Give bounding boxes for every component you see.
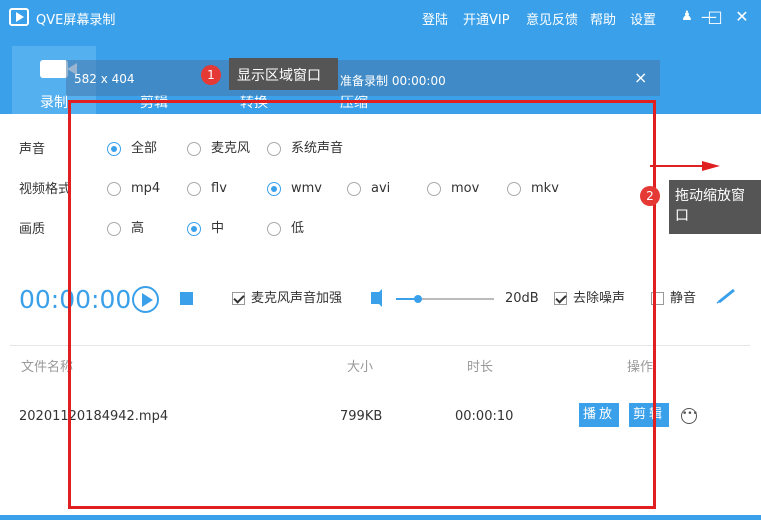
audio-label: 声音 [19, 142, 46, 157]
denoise-checkbox[interactable]: 去除噪声 [554, 291, 629, 307]
app-title: QVE屏幕录制 [36, 13, 116, 28]
row-file-size: 799KB [340, 409, 383, 424]
drag-arrow-icon [650, 161, 720, 171]
record-status: 准备录制 00:00:00 [340, 74, 446, 88]
quality-label: 画质 [19, 222, 46, 237]
play-file-button[interactable]: 播放 [579, 403, 619, 427]
mic-boost-checkbox[interactable]: 麦克风声音加强 [232, 291, 342, 307]
capture-overlay-bar[interactable]: 582 x 404 准备录制 00:00:00 × [66, 60, 660, 96]
audio-option-all[interactable]: 全部 [107, 141, 167, 157]
bottom-status-strip [0, 515, 761, 520]
skin-icon[interactable]: ♟ [676, 6, 698, 28]
overlay-close-icon[interactable]: × [634, 68, 647, 87]
camera-icon [40, 60, 77, 78]
settings-link[interactable]: 设置 [630, 9, 656, 28]
row-file-duration: 00:00:10 [455, 409, 514, 424]
quality-option-low[interactable]: 低 [267, 221, 317, 237]
format-option-mov[interactable]: mov [427, 181, 487, 197]
format-option-mp4[interactable]: mp4 [107, 181, 167, 197]
header-duration: 时长 [467, 360, 494, 375]
app-logo-icon [9, 8, 29, 26]
format-label: 视频格式 [19, 182, 72, 197]
maximize-button[interactable]: □ [704, 6, 726, 28]
mute-checkbox[interactable]: 静音 [651, 291, 701, 307]
audio-option-system[interactable]: 系统声音 [267, 141, 357, 157]
header-actions: 操作 [627, 360, 654, 375]
record-timer: 00:00:00 [19, 285, 132, 314]
title-bar: QVE屏幕录制 登陆 开通VIP 意见反馈 帮助 设置 ♟ — □ ✕ [0, 0, 761, 36]
header-file-name: 文件名称 [21, 360, 74, 375]
speaker-icon[interactable] [371, 289, 382, 307]
volume-knob[interactable] [413, 295, 422, 303]
volume-db-readout: 20dB [505, 291, 539, 306]
quality-option-medium[interactable]: 中 [187, 221, 237, 237]
callout-drag-resize: 拖动缩放窗口 [669, 180, 761, 234]
pen-icon[interactable] [716, 288, 738, 304]
edit-file-button[interactable]: 剪辑 [629, 403, 669, 427]
more-options-icon[interactable]: ••• [681, 408, 698, 424]
help-link[interactable]: 帮助 [590, 9, 616, 28]
callout-number-1: 1 [201, 65, 221, 85]
region-size-readout: 582 x 404 [74, 72, 135, 86]
audio-option-mic[interactable]: 麦克风 [187, 141, 257, 157]
play-record-button[interactable] [132, 286, 159, 313]
callout-display-region: 显示区域窗口 [229, 58, 338, 90]
format-option-avi[interactable]: avi [347, 181, 407, 197]
format-option-mkv[interactable]: mkv [507, 181, 567, 197]
format-option-wmv[interactable]: wmv [267, 181, 327, 197]
header-size: 大小 [347, 360, 374, 375]
format-option-flv[interactable]: flv [187, 181, 247, 197]
callout-number-2: 2 [640, 186, 660, 206]
volume-slider[interactable] [396, 295, 494, 303]
row-file-name: 20201120184942.mp4 [19, 409, 169, 424]
table-divider [10, 345, 750, 346]
login-link[interactable]: 登陆 [422, 9, 448, 28]
feedback-link[interactable]: 意见反馈 [526, 9, 578, 28]
vip-link[interactable]: 开通VIP [463, 9, 510, 28]
close-button[interactable]: ✕ [731, 6, 753, 28]
quality-option-high[interactable]: 高 [107, 221, 157, 237]
stop-button[interactable] [180, 292, 193, 305]
